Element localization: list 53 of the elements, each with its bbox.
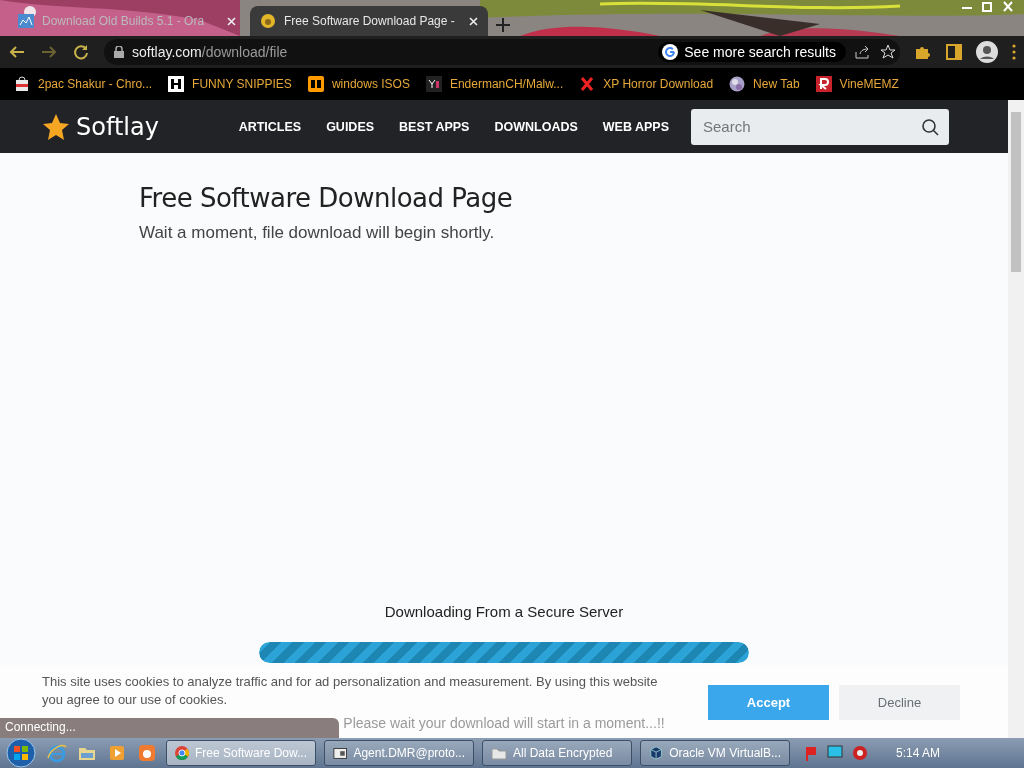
- page-title: Free Software Download Page: [139, 183, 514, 213]
- start-button[interactable]: [4, 738, 38, 768]
- reload-icon[interactable]: [72, 43, 90, 61]
- search-icon[interactable]: [921, 117, 939, 136]
- scrollbar[interactable]: [1008, 100, 1024, 738]
- plus-icon[interactable]: [496, 18, 510, 32]
- bookmark[interactable]: FUNNY SNIPPIES: [168, 76, 292, 92]
- browser-e-icon[interactable]: [46, 742, 68, 764]
- window-icon: [333, 745, 348, 761]
- browser-tab[interactable]: Free Software Download Page -: [250, 6, 488, 36]
- side-panel-icon[interactable]: [946, 44, 962, 60]
- letter-r-icon: [815, 76, 832, 92]
- nav-link[interactable]: GUIDES: [326, 119, 375, 134]
- search-suggestion-chip[interactable]: See more search results: [658, 42, 846, 62]
- square-icon: [425, 76, 442, 92]
- lock-icon: [114, 46, 124, 58]
- clock: 5:14 AM: [896, 746, 941, 760]
- page-subtitle: Wait a moment, file download will begin shortly.: [139, 223, 496, 243]
- star-icon: [42, 112, 70, 141]
- close-icon[interactable]: [469, 16, 478, 26]
- menu-icon[interactable]: [1012, 44, 1016, 60]
- star-icon[interactable]: [880, 44, 896, 60]
- bookmark[interactable]: XP Horror Download: [579, 76, 714, 92]
- shopping-bag-icon: [14, 76, 30, 92]
- folder-icon: [491, 745, 507, 761]
- bookmark[interactable]: VineMEMZ: [815, 76, 899, 92]
- decline-button[interactable]: Decline: [839, 685, 960, 720]
- site-logo[interactable]: Softlay: [76, 112, 159, 141]
- download-note: Please wait your download will start in a moment...!!: [343, 715, 665, 731]
- bookmark[interactable]: New Tab: [729, 76, 800, 92]
- bookmark[interactable]: windows ISOS: [307, 76, 410, 92]
- address-bar[interactable]: softlay.com/download/file See more search results: [104, 39, 900, 65]
- google-icon: [662, 44, 679, 60]
- nav-link[interactable]: ARTICLES: [238, 119, 302, 134]
- nav-link[interactable]: DOWNLOADS: [494, 119, 578, 134]
- bookmark[interactable]: 2pac Shakur - Chro...: [14, 76, 153, 92]
- share-icon[interactable]: [854, 44, 872, 60]
- cube-icon: [649, 745, 664, 761]
- chart-icon: [18, 13, 34, 29]
- letter-h-icon: [168, 76, 185, 92]
- close-icon[interactable]: [227, 16, 236, 26]
- square-logo-icon: [307, 76, 324, 92]
- nav-link[interactable]: WEB APPS: [602, 119, 669, 134]
- bookmark[interactable]: EndermanCH/Malw...: [425, 76, 564, 92]
- search-field[interactable]: Search: [691, 108, 949, 145]
- profile-icon[interactable]: [976, 41, 998, 63]
- download-heading: Downloading From a Secure Server: [384, 603, 624, 620]
- x-mark-icon: [579, 76, 596, 92]
- status-bubble: Connecting...: [0, 718, 339, 738]
- nav-link[interactable]: BEST APPS: [399, 119, 470, 134]
- chrome-icon: [175, 745, 189, 761]
- cookie-text: This site uses cookies to analyze traffic and for ad personalization and measurement. By using this website you agree to our use of cookies.: [42, 673, 659, 709]
- globe-icon: [729, 76, 746, 92]
